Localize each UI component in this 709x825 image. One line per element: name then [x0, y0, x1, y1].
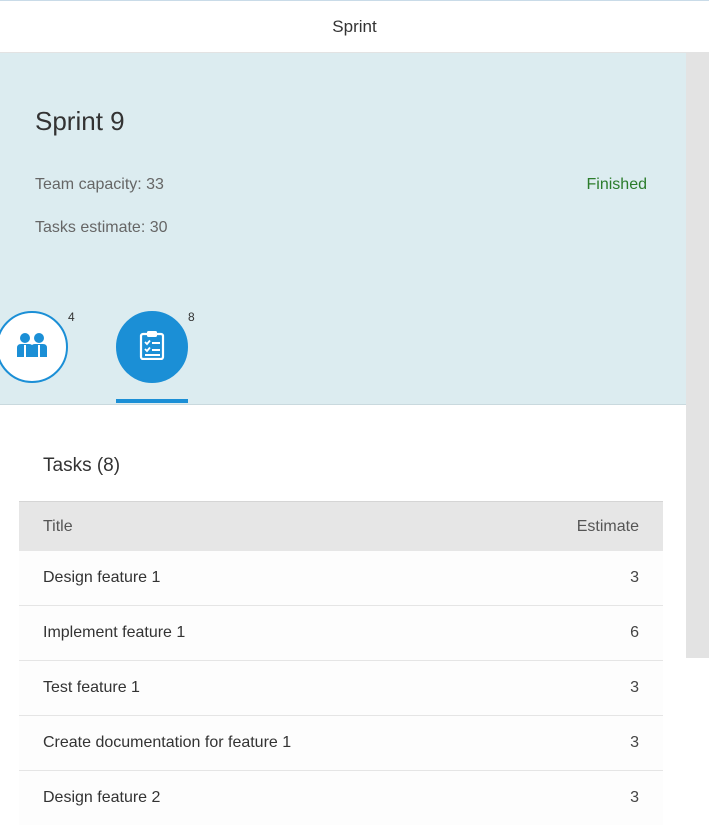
table-row[interactable]: Implement feature 1 6 — [19, 606, 663, 661]
tasks-table: Title Estimate Design feature 1 3 Implem… — [19, 501, 663, 825]
team-count: 4 — [68, 310, 75, 324]
tab-tasks[interactable] — [116, 311, 188, 383]
task-estimate: 3 — [630, 734, 639, 751]
sprint-object-header: Sprint 9 Team capacity: 33 Tasks estimat… — [0, 53, 686, 405]
task-title: Create documentation for feature 1 — [43, 734, 292, 751]
tab-team[interactable] — [0, 311, 68, 383]
status-badge: Finished — [586, 176, 647, 193]
column-header-title: Title — [43, 517, 73, 535]
team-capacity-attribute: Team capacity: 33 — [35, 176, 164, 193]
sprint-title: Sprint 9 — [35, 106, 125, 136]
task-estimate: 3 — [630, 789, 639, 806]
table-row[interactable]: Design feature 2 3 — [19, 771, 663, 825]
tasks-section-title: Tasks (8) — [43, 455, 121, 476]
team-icon — [15, 332, 49, 363]
task-title: Test feature 1 — [43, 679, 140, 696]
task-title: Design feature 2 — [43, 789, 161, 806]
page-title: Sprint — [332, 16, 377, 36]
selected-tab-indicator — [116, 399, 188, 403]
task-list-icon — [139, 330, 165, 365]
scrollbar[interactable] — [686, 53, 709, 658]
table-row[interactable]: Design feature 1 3 — [19, 551, 663, 606]
task-title: Implement feature 1 — [43, 624, 186, 641]
task-estimate: 6 — [630, 624, 639, 641]
table-row[interactable]: Create documentation for feature 1 3 — [19, 716, 663, 771]
tasks-estimate-attribute: Tasks estimate: 30 — [35, 219, 168, 236]
table-header: Title Estimate — [19, 501, 663, 551]
tasks-count: 8 — [188, 310, 195, 324]
table-row[interactable]: Test feature 1 3 — [19, 661, 663, 716]
column-header-estimate: Estimate — [576, 517, 639, 535]
task-title: Design feature 1 — [43, 569, 161, 586]
task-estimate: 3 — [630, 569, 639, 586]
task-estimate: 3 — [630, 679, 639, 696]
app-header: Sprint — [0, 0, 709, 53]
